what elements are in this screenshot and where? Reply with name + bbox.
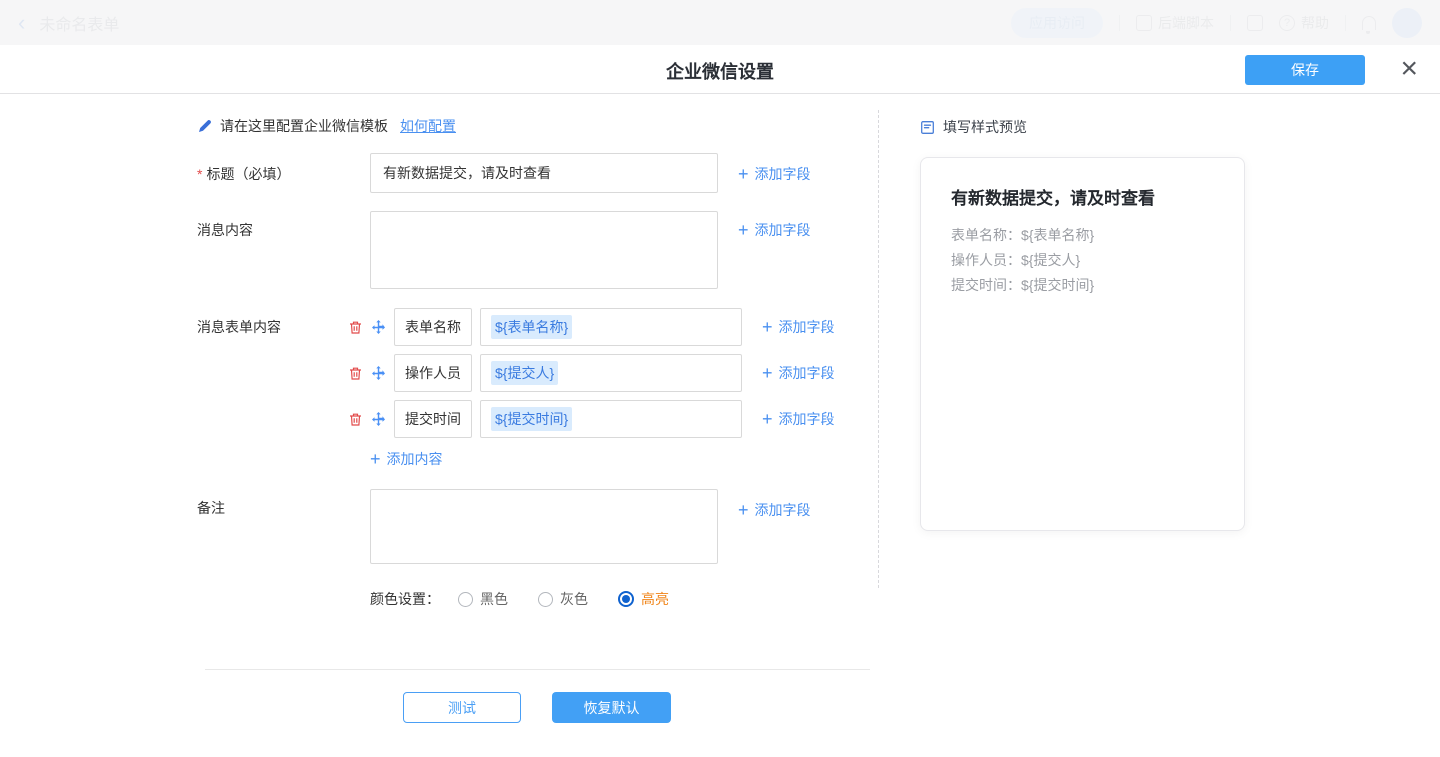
variable-token: ${表单名称}: [491, 315, 572, 339]
remark-textarea[interactable]: [370, 489, 718, 564]
plus-icon: +: [762, 412, 773, 426]
form-content-row-1: 消息表单内容 ${表单名称} + 添加字段: [197, 308, 877, 346]
section-divider: [205, 669, 870, 670]
preview-line: 提交时间：${提交时间}: [951, 273, 1214, 298]
dashed-divider: [878, 110, 879, 588]
title-field-label: 标题（必填）: [206, 166, 290, 182]
add-field-link-row-1[interactable]: + 添加字段: [762, 317, 835, 337]
color-setting-label: 颜色设置：: [370, 589, 440, 609]
trash-icon[interactable]: [348, 366, 363, 381]
add-field-link-message[interactable]: + 添加字段: [738, 211, 811, 240]
bell-icon[interactable]: [1362, 16, 1376, 30]
add-field-link-title[interactable]: + 添加字段: [738, 153, 811, 184]
close-icon[interactable]: ×: [1400, 50, 1418, 88]
plus-icon: +: [738, 503, 749, 517]
divider: [1345, 15, 1346, 31]
preview-panel: 填写样式预览 有新数据提交，请及时查看 表单名称：${表单名称} 操作人员：${…: [920, 94, 1245, 531]
move-icon[interactable]: [371, 412, 386, 427]
app-access-button[interactable]: 应用访问: [1011, 8, 1103, 38]
row-value-input[interactable]: ${提交时间}: [480, 400, 742, 438]
save-button[interactable]: 保存: [1245, 55, 1365, 85]
backend-script-button[interactable]: 后端脚本: [1136, 13, 1214, 33]
row-name-input[interactable]: [394, 354, 472, 392]
radio-selected-icon: [618, 591, 634, 607]
question-icon: ?: [1279, 15, 1295, 31]
document-icon: [920, 120, 935, 135]
color-setting-row: 颜色设置： 黑色 灰色 高亮: [370, 590, 877, 608]
divider: [1119, 15, 1120, 31]
title-input[interactable]: [370, 153, 718, 193]
modal-body: 请在这里配置企业微信模板 如何配置 *标题（必填） + 添加字段 消息内容: [0, 94, 1440, 756]
trash-icon[interactable]: [348, 320, 363, 335]
message-content-row: 消息内容 + 添加字段: [197, 211, 877, 289]
divider: [1230, 15, 1231, 31]
radio-icon: [458, 592, 473, 607]
plus-icon: +: [370, 452, 381, 466]
variable-token: ${提交人}: [491, 361, 558, 385]
panel-icon[interactable]: [1247, 15, 1263, 31]
move-icon[interactable]: [371, 366, 386, 381]
form-content-label: 消息表单内容: [197, 317, 348, 337]
plus-icon: +: [738, 223, 749, 237]
preview-header-label: 填写样式预览: [943, 117, 1027, 137]
radio-icon: [538, 592, 553, 607]
add-field-link-row-3[interactable]: + 添加字段: [762, 409, 835, 429]
preview-card-title: 有新数据提交，请及时查看: [951, 184, 1214, 209]
add-field-link-row-2[interactable]: + 添加字段: [762, 363, 835, 383]
form-content-block: 消息表单内容 ${表单名称} + 添加字段: [197, 308, 877, 438]
plus-icon: +: [738, 167, 749, 181]
remark-row: 备注 + 添加字段: [197, 489, 877, 564]
radio-option-gray[interactable]: 灰色: [538, 589, 588, 609]
add-field-link-remark[interactable]: + 添加字段: [738, 489, 811, 520]
title-field-row: *标题（必填） + 添加字段: [197, 153, 877, 193]
preview-line: 操作人员：${提交人}: [951, 248, 1214, 273]
test-button[interactable]: 测试: [403, 692, 521, 723]
help-button[interactable]: ? 帮助: [1279, 13, 1329, 33]
required-asterisk: *: [197, 166, 202, 182]
row-value-input[interactable]: ${表单名称}: [480, 308, 742, 346]
pencil-icon: [197, 119, 212, 134]
topbar: ‹ 未命名表单 应用访问 后端脚本 ? 帮助: [0, 0, 1440, 45]
move-icon[interactable]: [371, 320, 386, 335]
modal-header: 企业微信设置 保存 ×: [0, 45, 1440, 94]
preview-line: 表单名称：${表单名称}: [951, 223, 1214, 248]
plus-icon: +: [762, 320, 773, 334]
row-name-input[interactable]: [394, 308, 472, 346]
restore-default-button[interactable]: 恢复默认: [552, 692, 671, 723]
add-content-link[interactable]: + 添加内容: [370, 449, 877, 469]
avatar[interactable]: [1392, 8, 1422, 38]
message-content-textarea[interactable]: [370, 211, 718, 289]
config-note-text: 请在这里配置企业微信模板: [220, 116, 388, 136]
code-icon: [1136, 15, 1152, 31]
config-form: 请在这里配置企业微信模板 如何配置 *标题（必填） + 添加字段 消息内容: [197, 94, 877, 723]
row-value-input[interactable]: ${提交人}: [480, 354, 742, 392]
message-content-label: 消息内容: [197, 211, 370, 240]
form-content-row-2: ${提交人} + 添加字段: [197, 354, 877, 392]
preview-card: 有新数据提交，请及时查看 表单名称：${表单名称} 操作人员：${提交人} 提交…: [920, 157, 1245, 531]
form-name-title: 未命名表单: [39, 11, 119, 35]
variable-token: ${提交时间}: [491, 407, 572, 431]
radio-option-black[interactable]: 黑色: [458, 589, 508, 609]
config-note: 请在这里配置企业微信模板 如何配置: [197, 117, 877, 135]
form-content-row-3: ${提交时间} + 添加字段: [197, 400, 877, 438]
wechat-settings-modal: 企业微信设置 保存 × 请在这里配置企业微信模板 如何配置 *标题（必填）: [0, 45, 1440, 757]
radio-option-highlight[interactable]: 高亮: [618, 589, 669, 609]
remark-label: 备注: [197, 489, 370, 518]
how-to-configure-link[interactable]: 如何配置: [400, 116, 456, 136]
back-chevron-icon[interactable]: ‹: [18, 12, 25, 34]
modal-title: 企业微信设置: [0, 58, 1440, 84]
row-name-input[interactable]: [394, 400, 472, 438]
trash-icon[interactable]: [348, 412, 363, 427]
plus-icon: +: [762, 366, 773, 380]
